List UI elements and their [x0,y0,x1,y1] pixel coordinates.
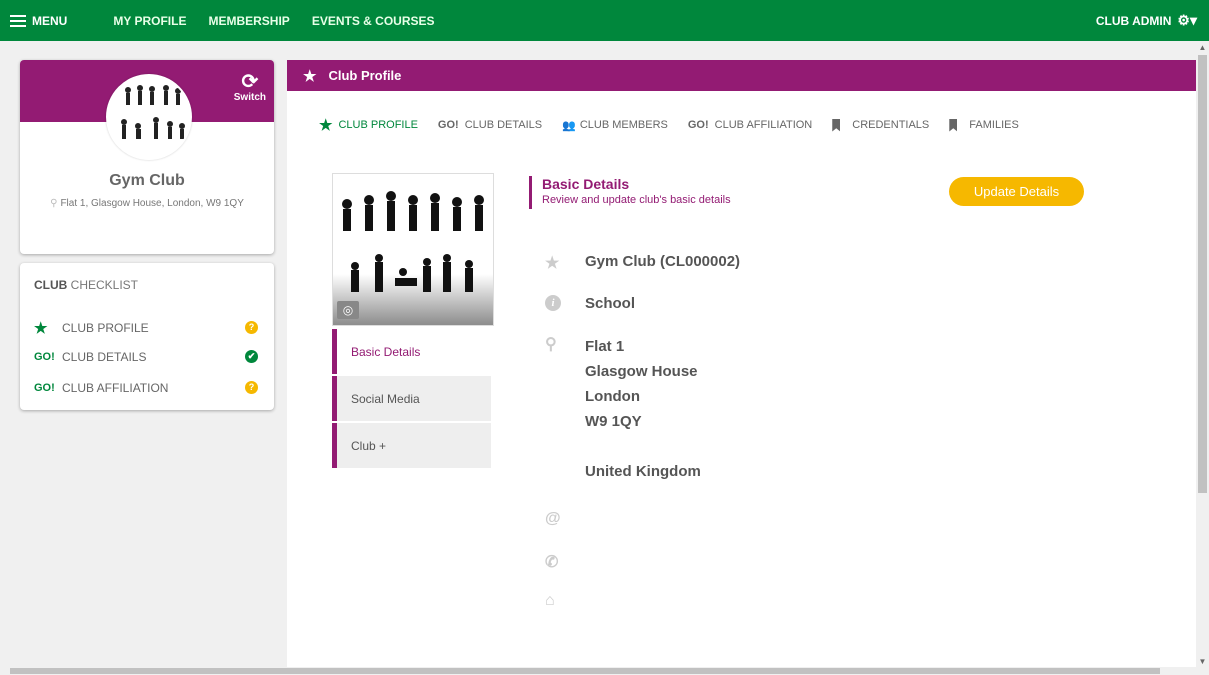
tab-families[interactable]: FAMILIES [949,118,1019,132]
go-icon: GO! [437,119,459,131]
club-address-text: Flat 1, Glasgow House, London, W9 1QY [60,198,244,209]
address-line: Glasgow House [585,363,698,380]
camera-icon[interactable]: ◎ [337,301,359,319]
tab-club-affiliation[interactable]: GO! CLUB AFFILIATION [688,119,812,131]
club-admin-dropdown[interactable]: CLUB ADMIN ⚙▾ [1096,0,1197,41]
checklist-item-label: CLUB DETAILS [62,350,147,364]
club-name: Gym Club [109,172,185,189]
scroll-up-icon[interactable]: ▲ [1196,43,1209,52]
question-icon: ? [245,381,258,394]
club-card: ⟳ Switch Gym Club ⚲ Flat 1, Glasgow House… [20,60,274,254]
update-details-button[interactable]: Update Details [949,177,1084,206]
subnav-club-plus[interactable]: Club + [332,423,491,468]
go-icon: GO! [34,382,55,394]
users-icon: 👥 [562,119,576,132]
info-icon: i [545,295,561,311]
bookmark-icon [832,118,841,132]
nav-events-courses[interactable]: EVENTS & COURSES [312,14,435,28]
subnav-social-media[interactable]: Social Media [332,376,491,421]
address-lines: Flat 1 Glasgow House London W9 1QY Unite… [585,334,701,484]
club-avatar [106,74,192,160]
question-icon: ? [245,321,258,334]
website-row: ⌂ [545,592,585,610]
address-line: London [585,388,640,405]
details-subnav: Basic Details Social Media Club + [332,329,491,470]
club-name-id: Gym Club (CL000002) [585,253,741,270]
map-pin-icon: ⚲ [50,198,58,209]
menu-label: MENU [32,13,68,28]
switch-label: Switch [233,92,266,103]
checklist-title-bold: CLUB [34,278,68,292]
at-icon: @ [545,510,561,527]
checklist-item-club-details[interactable]: GO! CLUB DETAILS ✔ [34,348,262,366]
address-line: W9 1QY [585,413,642,430]
phone-row: ✆ [545,552,585,572]
basic-details-header: Basic Details Review and update club's b… [529,176,731,209]
club-admin-label: CLUB ADMIN [1095,13,1172,28]
go-icon: GO! [34,351,55,363]
tab-label: CLUB PROFILE [338,119,418,131]
email-row: @ [545,510,585,528]
refresh-icon: ⟳ [241,71,259,93]
checklist-item-club-profile[interactable]: ★ CLUB PROFILE ? [34,319,262,337]
club-type: School [585,295,636,312]
address-line [585,434,701,459]
checklist-item-club-affiliation[interactable]: GO! CLUB AFFILIATION ? [34,379,262,397]
gear-icon: ⚙▾ [1177,12,1197,28]
club-photo[interactable]: ◎ [332,173,494,326]
basic-details-title: Basic Details [542,176,630,192]
switch-button[interactable]: ⟳ Switch [234,72,266,103]
basic-details-subtitle: Review and update club's basic details [542,194,731,206]
panel-header: ★ Club Profile [287,60,1196,91]
checklist-item-label: CLUB PROFILE [62,321,149,335]
nav-my-profile[interactable]: MY PROFILE [113,14,186,28]
profile-tabs: ★ CLUB PROFILE GO! CLUB DETAILS 👥 CLUB M… [319,116,1039,134]
address-line: Flat 1 [585,338,625,355]
checklist-title: CLUB CHECKLIST [34,278,138,292]
star-icon: ★ [34,320,48,337]
menu-button[interactable]: MENU [10,14,67,28]
go-icon: GO! [687,119,709,131]
tab-label: CLUB MEMBERS [579,119,668,131]
star-icon: ★ [303,67,317,85]
horizontal-scroll-thumb[interactable] [10,668,1160,674]
scroll-down-icon[interactable]: ▼ [1196,657,1209,666]
address-line: United Kingdom [585,463,701,480]
phone-icon: ✆ [545,554,559,571]
bookmark-icon [949,118,958,132]
club-address-row: ⚲ Flat 1 Glasgow House London W9 1QY Uni… [545,334,701,484]
checklist-title-rest: CHECKLIST [67,278,139,292]
club-name-row: ★ Gym Club (CL000002) [545,253,740,273]
tab-label: CREDENTIALS [852,119,930,131]
club-silhouette-image [121,85,185,139]
club-type-row: i School [545,295,635,312]
nav-membership[interactable]: MEMBERSHIP [208,14,289,28]
tab-club-members[interactable]: 👥 CLUB MEMBERS [562,119,668,132]
club-checklist: CLUB CHECKLIST ★ CLUB PROFILE ? GO! CLUB… [20,263,274,410]
subnav-basic-details[interactable]: Basic Details [332,329,491,374]
tab-club-details[interactable]: GO! CLUB DETAILS [438,119,542,131]
club-address: ⚲ Flat 1, Glasgow House, London, W9 1QY [20,198,274,209]
vertical-scroll-thumb[interactable] [1198,55,1207,493]
checklist-item-label: CLUB AFFILIATION [62,381,169,395]
tab-credentials[interactable]: CREDENTIALS [832,118,930,132]
home-icon: ⌂ [545,592,555,609]
check-icon: ✔ [245,350,258,363]
main-panel: ★ Club Profile ★ CLUB PROFILE GO! CLUB D… [287,60,1196,675]
hamburger-icon [10,14,26,27]
horizontal-scrollbar[interactable] [0,667,1196,675]
top-navigation: MENU MY PROFILE MEMBERSHIP EVENTS & COUR… [0,0,1209,41]
tab-label: CLUB DETAILS [464,119,543,131]
panel-title: Club Profile [328,68,402,83]
tab-label: CLUB AFFILIATION [714,119,813,131]
vertical-scrollbar[interactable]: ▲ ▼ [1196,41,1209,675]
star-icon: ★ [545,255,560,272]
tab-club-profile[interactable]: ★ CLUB PROFILE [319,116,418,134]
tab-label: FAMILIES [969,119,1019,131]
map-pin-icon: ⚲ [545,336,557,353]
star-icon: ★ [319,117,333,134]
